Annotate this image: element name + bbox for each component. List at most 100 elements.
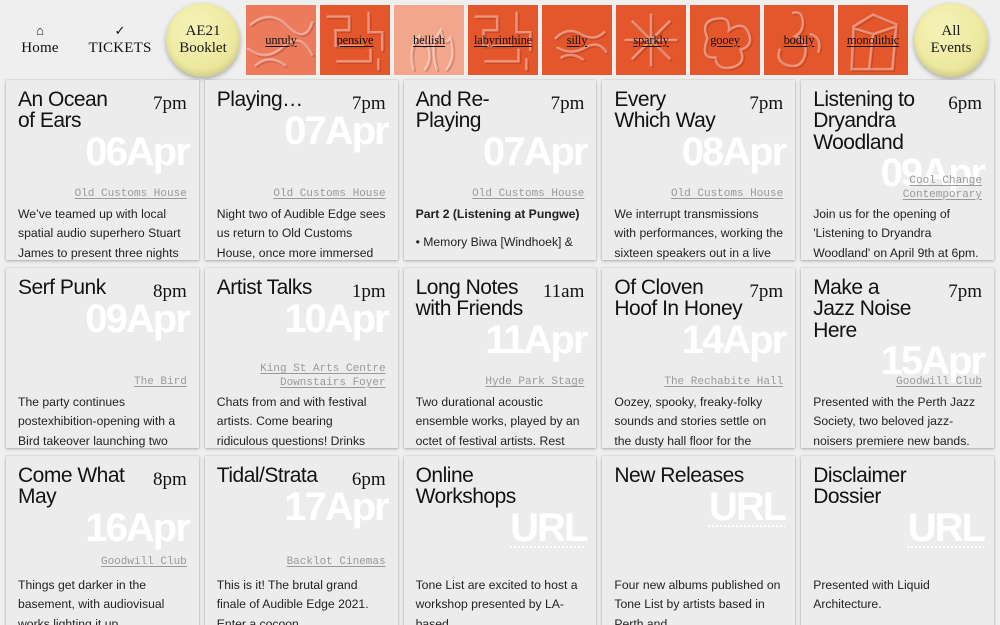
event-body-text: Two durational acoustic ensemble works, …	[415, 395, 580, 448]
event-body-text: We’ve teamed up with local spatial audio…	[18, 207, 181, 260]
event-card[interactable]: Every Which Way 7pm 08Apr Old Customs House W…	[602, 80, 796, 260]
tag-tile-unruly[interactable]: unruly	[246, 5, 316, 75]
card-header: Long Notes with Friends 11am	[416, 277, 585, 320]
tag-tile-labyrinthine[interactable]: labyrinthine	[468, 5, 538, 75]
event-body-text: We interrupt transmissions with performa…	[614, 207, 784, 260]
event-date: 17Apr	[284, 485, 389, 529]
event-date: 14Apr	[681, 318, 787, 362]
event-time: 7pm	[550, 93, 585, 114]
event-description: Chats from and with festival artists. Co…	[217, 393, 386, 448]
event-card[interactable]: Long Notes with Friends 11am 11Apr Hyde Park…	[403, 268, 597, 448]
event-description: The party continues postexhibition-openi…	[18, 393, 187, 448]
event-card[interactable]: Online Workshops URL Tone List are excited …	[403, 456, 597, 625]
event-card[interactable]: Artist Talks 1pm 10Apr King St Arts Centre …	[204, 268, 398, 448]
tag-label: sparkly	[633, 32, 669, 47]
tag-label: labyrinthine	[473, 32, 532, 47]
event-venue: King St Arts Centre Downstairs Foyer	[260, 363, 386, 389]
event-card[interactable]: Listening to Dryandra Woodland 6pm 09Apr Cool…	[801, 80, 994, 260]
event-body-text: Presented with the Perth Jazz Society, t…	[813, 395, 976, 448]
all-events-line-2: Events	[930, 40, 972, 56]
event-body-text: Things get darker in the basement, with …	[18, 578, 165, 625]
tag-label: silly	[566, 32, 588, 47]
event-title: Make a Jazz Noise Here	[813, 276, 911, 342]
event-title: Tidal/Strata	[216, 464, 318, 487]
event-time: 7pm	[948, 281, 982, 302]
event-title: Listening to Dryandra Woodland	[813, 88, 915, 154]
event-card[interactable]: New Releases URL Four new albums published…	[602, 456, 796, 625]
event-title: Every Which Way	[614, 88, 716, 133]
event-card[interactable]: An Ocean of Ears 7pm 06Apr Old Customs House…	[6, 80, 199, 260]
event-time: 1pm	[351, 281, 386, 302]
event-date: 15Apr	[880, 339, 986, 383]
booklet-line-2: Booklet	[179, 40, 227, 56]
nav-tickets-label: TICKETS	[88, 39, 152, 56]
tag-tile-monolithic[interactable]: monolithic	[838, 5, 908, 75]
tag-label: unruly	[265, 32, 297, 47]
event-time: 6pm	[948, 93, 982, 114]
nav-tickets-link[interactable]: ✓ TICKETS	[80, 24, 160, 57]
event-title: Come What May	[18, 464, 125, 509]
check-icon: ✓	[114, 22, 126, 38]
card-header: Disclaimer Dossier	[813, 465, 982, 508]
event-venue: The Rechabite Hall	[664, 376, 784, 388]
card-header: Every Which Way 7pm	[614, 89, 783, 132]
card-header: Online Workshops	[416, 465, 585, 508]
event-card[interactable]: Of Cloven Hoof In Honey 7pm 14Apr The Rechab…	[602, 268, 796, 448]
event-body-text: Four new albums published on Tone List b…	[614, 578, 781, 625]
tag-label: bodily	[783, 32, 815, 47]
event-date: 06Apr	[85, 130, 190, 174]
event-venue: Old Customs House	[74, 188, 187, 200]
event-venue: Old Customs House	[670, 188, 784, 200]
event-body-text: Chats from and with festival artists. Co…	[216, 395, 367, 448]
event-title: Serf Punk	[18, 276, 106, 299]
event-description: Things get darker in the basement, with …	[18, 576, 187, 625]
tag-tile-bodily[interactable]: bodily	[764, 5, 834, 75]
event-time: 7pm	[153, 93, 187, 114]
event-title: And Re- Playing	[415, 88, 490, 133]
tag-tile-gooey[interactable]: gooey	[690, 5, 760, 75]
event-card[interactable]: Playing… 7pm 07Apr Old Customs House Night t…	[204, 80, 398, 260]
event-date: 07Apr	[483, 130, 588, 174]
tag-tile-hellish[interactable]: hellish	[394, 5, 464, 75]
event-date: 09Apr	[85, 297, 190, 341]
event-card[interactable]: Tidal/Strata 6pm 17Apr Backlot Cinemas This …	[204, 456, 398, 625]
event-title: Artist Talks	[216, 276, 313, 299]
event-title: Disclaimer Dossier	[813, 464, 907, 509]
event-venue: Cool Change Contemporary	[902, 175, 982, 201]
event-body-text: Tone List are excited to host a workshop…	[415, 578, 578, 625]
event-title: Playing…	[216, 88, 303, 111]
event-card[interactable]: Come What May 8pm 16Apr Goodwill Club Things …	[6, 456, 199, 625]
event-card[interactable]: And Re- Playing 7pm 07Apr Old Customs House P…	[403, 80, 597, 260]
event-venue: Goodwill Club	[896, 376, 982, 388]
tag-tile-pensive[interactable]: pensive	[320, 5, 390, 75]
card-header: Make a Jazz Noise Here 7pm	[813, 277, 982, 341]
event-date: 07Apr	[284, 109, 389, 153]
tag-tile-silly[interactable]: silly	[542, 5, 612, 75]
event-venue: The Bird	[133, 376, 187, 388]
event-body-text: Presented with Liquid Architecture.	[813, 578, 930, 612]
event-title: Of Cloven Hoof In Honey	[614, 276, 743, 321]
event-body-text: Night two of Audible Edge sees us return…	[216, 207, 386, 260]
event-description: Join us for the opening of 'Listening to…	[813, 205, 982, 260]
event-time: 8pm	[153, 281, 187, 302]
booklet-line-1: AE21	[185, 22, 221, 39]
ae21-booklet-button[interactable]: AE21 Booklet	[166, 3, 240, 77]
event-time: 6pm	[351, 469, 386, 490]
event-time: 8pm	[153, 469, 187, 490]
card-header: Come What May 8pm	[18, 465, 187, 508]
event-time: 11am	[542, 281, 585, 302]
event-description: This is it! The brutal grand finale of A…	[217, 576, 386, 625]
event-lead: Part 2 (Listening at Pungwe)	[415, 207, 580, 221]
all-events-button[interactable]: All Events	[914, 3, 988, 77]
event-performer-list: Memory Biwa [Windhoek] &	[416, 233, 585, 252]
event-card[interactable]: Disclaimer Dossier URL Presented with Liqui…	[801, 456, 994, 625]
tag-label: pensive	[336, 32, 374, 47]
nav-home-link[interactable]: ⌂ Home	[0, 24, 80, 57]
card-header: Tidal/Strata 6pm	[217, 465, 386, 491]
event-description: Night two of Audible Edge sees us return…	[217, 205, 386, 260]
event-time: 7pm	[749, 281, 784, 302]
tag-tile-sparkly[interactable]: sparkly	[616, 5, 686, 75]
event-card[interactable]: Make a Jazz Noise Here 7pm 15Apr Goodwill Clu…	[801, 268, 994, 448]
event-card[interactable]: Serf Punk 8pm 09Apr The Bird The party conti…	[6, 268, 199, 448]
event-description: Oozey, spooky, freaky-folky sounds and s…	[614, 393, 783, 448]
